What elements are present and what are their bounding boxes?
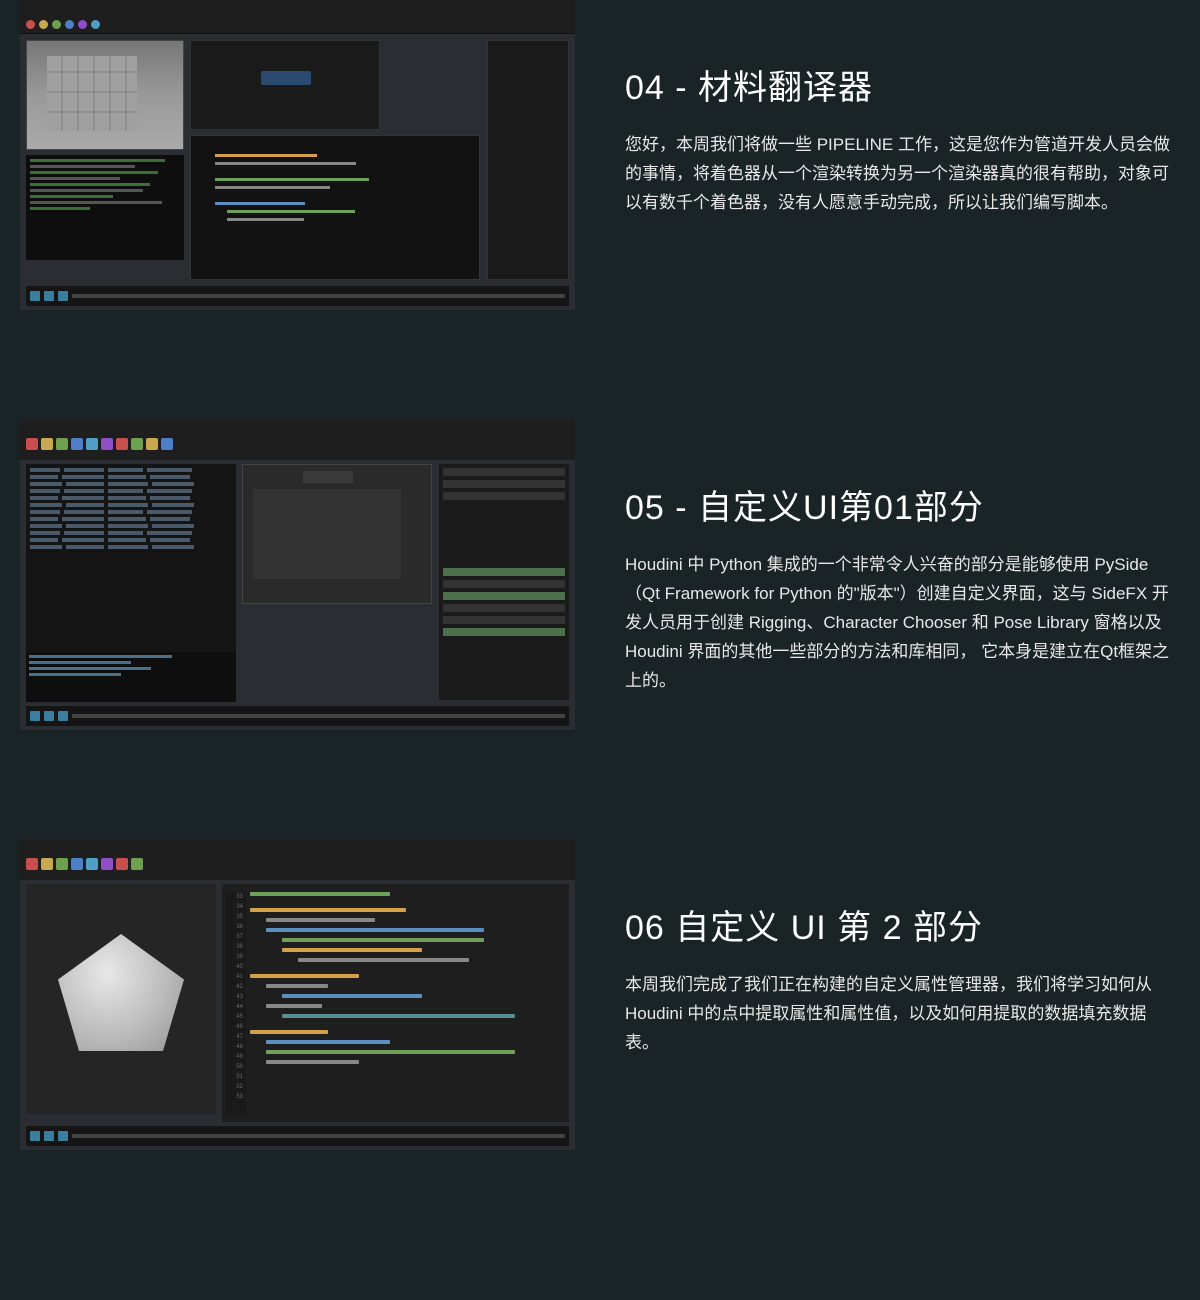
lesson-body: 本周我们完成了我们正在构建的自定义属性管理器，我们将学习如何从 Houdini … — [625, 971, 1180, 1058]
lesson-text-04: 04 - 材料翻译器 您好，本周我们将做一些 PIPELINE 工作，这是您作为… — [625, 0, 1180, 218]
thumbnail-05[interactable] — [20, 420, 575, 730]
lesson-title: 05 - 自定义UI第01部分 — [625, 480, 1180, 529]
lesson-row-04: 04 - 材料翻译器 您好，本周我们将做一些 PIPELINE 工作，这是您作为… — [20, 0, 1180, 310]
lesson-text-05: 05 - 自定义UI第01部分 Houdini 中 Python 集成的一个非常… — [625, 420, 1180, 695]
lesson-text-06: 06 自定义 UI 第 2 部分 本周我们完成了我们正在构建的自定义属性管理器，… — [625, 840, 1180, 1058]
thumbnail-04[interactable] — [20, 0, 575, 310]
lesson-row-06: 3334353637383940414243444546474849505152… — [20, 840, 1180, 1150]
lesson-body: Houdini 中 Python 集成的一个非常令人兴奋的部分是能够使用 PyS… — [625, 551, 1180, 695]
lesson-row-05: 05 - 自定义UI第01部分 Houdini 中 Python 集成的一个非常… — [20, 420, 1180, 730]
lesson-title: 06 自定义 UI 第 2 部分 — [625, 900, 1180, 949]
lesson-body: 您好，本周我们将做一些 PIPELINE 工作，这是您作为管道开发人员会做的事情… — [625, 131, 1180, 218]
lesson-title: 04 - 材料翻译器 — [625, 60, 1180, 109]
thumbnail-06[interactable]: 3334353637383940414243444546474849505152… — [20, 840, 575, 1150]
